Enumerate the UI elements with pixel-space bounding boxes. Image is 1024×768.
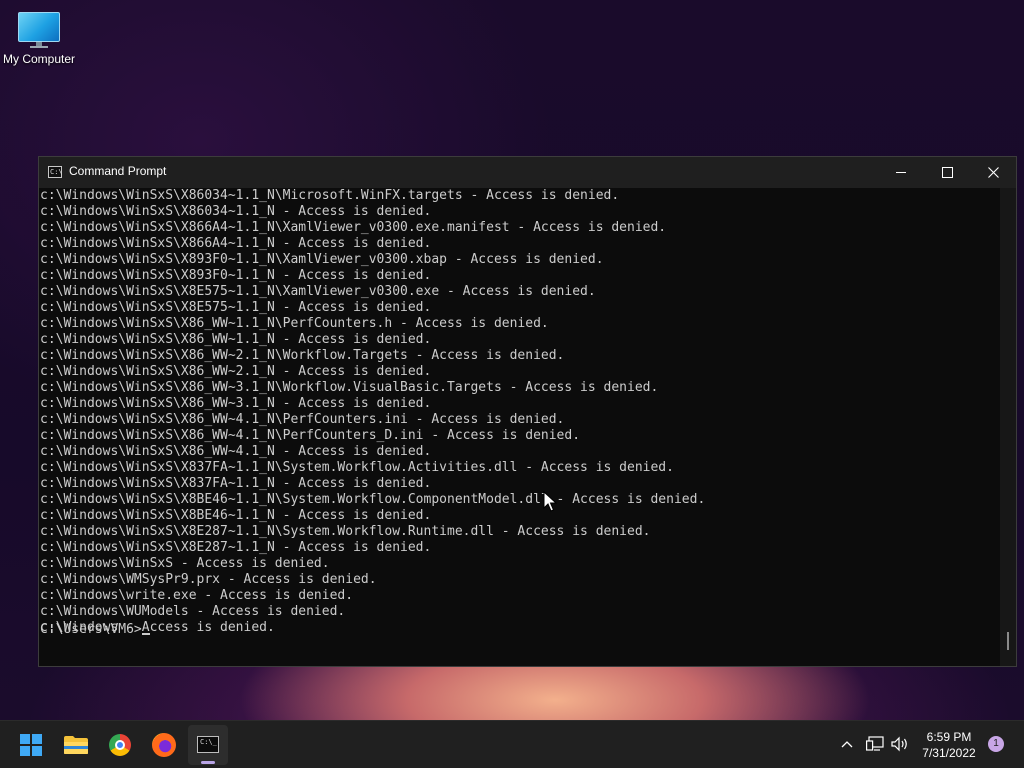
text-cursor <box>141 633 150 635</box>
console-line: c:\Windows\WinSxS\X86_WW~3.1_N\Workflow.… <box>40 380 659 395</box>
console-line: c:\Windows\WinSxS\X866A4~1.1_N - Access … <box>40 236 432 251</box>
minimize-button[interactable] <box>878 157 924 188</box>
folder-icon <box>64 736 88 754</box>
volume-icon[interactable] <box>891 736 909 752</box>
windows-start-icon <box>20 734 42 756</box>
taskbar-chrome[interactable] <box>100 725 140 765</box>
console-line: c:\Windows\WinSxS\X837FA~1.1_N - Access … <box>40 476 432 491</box>
window-title: Command Prompt <box>69 164 167 178</box>
taskbar-file-explorer[interactable] <box>56 725 96 765</box>
notification-badge[interactable]: 1 <box>988 736 1004 752</box>
console-line: c:\Windows\WinSxS\X86_WW~4.1_N\PerfCount… <box>40 428 581 443</box>
console-line: c:\Windows\WinSxS - Access is denied. <box>40 556 330 571</box>
maximize-icon <box>941 166 953 178</box>
command-prompt-window[interactable]: C:\ Command Prompt c:\Windows\WinSxS\X86… <box>38 156 1017 667</box>
start-button[interactable] <box>12 725 52 765</box>
mouse-pointer-icon <box>543 491 557 512</box>
console-line: c:\Windows\WinSxS\X8E287~1.1_N - Access … <box>40 540 432 555</box>
system-clock[interactable]: 6:59 PM 7/31/2022 <box>916 729 982 761</box>
console-line: c:\Windows\WinSxS\X866A4~1.1_N\XamlViewe… <box>40 220 667 235</box>
vertical-scrollbar[interactable] <box>1000 188 1016 666</box>
close-button[interactable] <box>970 157 1016 188</box>
chrome-icon <box>109 734 131 756</box>
active-indicator <box>201 761 215 764</box>
console-line: c:\Windows\WinSxS\X893F0~1.1_N - Access … <box>40 268 432 283</box>
console-line: c:\Windows\WinSxS\X86_WW~4.1_N\PerfCount… <box>40 412 565 427</box>
console-line: c:\Windows\WinSxS\X8BE46~1.1_N\System.Wo… <box>40 492 706 507</box>
console-line: c:\Windows\WinSxS\X86_WW~2.1_N\Workflow.… <box>40 348 565 363</box>
scrollbar-thumb[interactable] <box>1007 632 1009 650</box>
clock-date: 7/31/2022 <box>922 746 976 760</box>
clock-time: 6:59 PM <box>926 730 972 744</box>
console-line: c:\Windows\WMSysPr9.prx - Access is deni… <box>40 572 377 587</box>
network-icon[interactable] <box>866 736 884 752</box>
console-line: c:\Windows\WinSxS\X8E575~1.1_N - Access … <box>40 300 432 315</box>
prompt-text: C:\Users\VM6> <box>40 622 142 637</box>
desktop-icon-my-computer[interactable]: My Computer <box>0 8 78 66</box>
console-line: c:\Windows\WinSxS\X8E575~1.1_N\XamlViewe… <box>40 284 596 299</box>
cmd-icon: C:\_ <box>197 736 219 753</box>
cmd-app-icon: C:\ <box>48 166 63 178</box>
desktop-icon-label: My Computer <box>2 52 76 66</box>
close-icon <box>987 166 999 178</box>
console-line: c:\Windows\WinSxS\X86_WW~1.1_N - Access … <box>40 332 432 347</box>
chevron-up-icon[interactable] <box>840 738 854 752</box>
taskbar-firefox[interactable] <box>144 725 184 765</box>
console-line: c:\Windows\WinSxS\X86034~1.1_N\Microsoft… <box>40 188 620 203</box>
console-line: c:\Windows\write.exe - Access is denied. <box>40 588 354 603</box>
command-prompt-line[interactable]: C:\Users\VM6> <box>40 622 150 638</box>
firefox-icon <box>152 733 176 757</box>
console-line: c:\Windows - Access is denied. <box>40 620 275 635</box>
taskbar-command-prompt[interactable]: C:\_ <box>188 725 228 765</box>
taskbar: C:\_ 6:59 PM 7/31/2022 <box>0 720 1024 768</box>
console-line: c:\Windows\WinSxS\X8E287~1.1_N\System.Wo… <box>40 524 651 539</box>
monitor-icon <box>18 12 60 48</box>
console-line: c:\Windows\WinSxS\X8BE46~1.1_N - Access … <box>40 508 432 523</box>
console-output[interactable]: c:\Windows\WinSxS\X86034~1.1_N\Microsoft… <box>39 188 999 666</box>
console-line: c:\Windows\WinSxS\X86_WW~2.1_N - Access … <box>40 364 432 379</box>
console-line: c:\Windows\WinSxS\X86_WW~4.1_N - Access … <box>40 444 432 459</box>
console-line: c:\Windows\WinSxS\X837FA~1.1_N\System.Wo… <box>40 460 674 475</box>
console-line: c:\Windows\WUModels - Access is denied. <box>40 604 346 619</box>
title-bar[interactable]: C:\ Command Prompt <box>39 157 1016 188</box>
minimize-icon <box>896 171 906 173</box>
console-line: c:\Windows\WinSxS\X893F0~1.1_N\XamlViewe… <box>40 252 604 267</box>
maximize-button[interactable] <box>924 157 970 188</box>
console-line: c:\Windows\WinSxS\X86_WW~1.1_N\PerfCount… <box>40 316 549 331</box>
console-line: c:\Windows\WinSxS\X86034~1.1_N - Access … <box>40 204 432 219</box>
console-line: c:\Windows\WinSxS\X86_WW~3.1_N - Access … <box>40 396 432 411</box>
